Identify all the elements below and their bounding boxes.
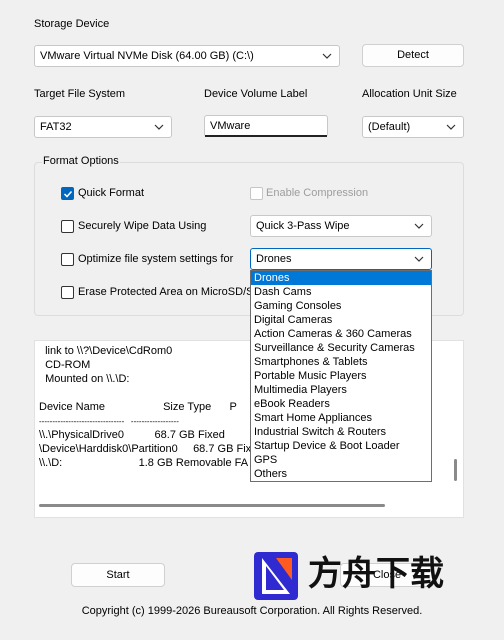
optimize-device-value: Drones (256, 253, 292, 265)
dropdown-item[interactable]: Smart Home Appliances (251, 411, 431, 425)
optimize-label: Optimize file system settings for (78, 253, 234, 265)
log-horizontal-scrollbar[interactable] (39, 504, 385, 507)
optimize-device-select[interactable]: Drones (250, 248, 432, 270)
detect-button[interactable]: Detect (362, 44, 464, 67)
log-line: link to \\?\Device\CdRom0 (39, 345, 173, 357)
dropdown-item[interactable]: Action Cameras & 360 Cameras (251, 327, 431, 341)
chevron-down-icon (414, 223, 424, 229)
log-line: \\.\D: 1.8 GB Removable FA (39, 457, 249, 469)
file-system-value: FAT32 (40, 121, 72, 133)
quick-format-label: Quick Format (78, 187, 145, 199)
format-options-title: Format Options (42, 155, 120, 167)
file-system-label: Target File System (34, 88, 126, 100)
log-line: \\.\PhysicalDrive0 68.7 GB Fixed (39, 429, 225, 441)
allocation-unit-label: Allocation Unit Size (362, 88, 457, 100)
compression-checkbox[interactable] (250, 187, 263, 200)
chevron-down-icon (446, 124, 456, 130)
dropdown-item[interactable]: Industrial Switch & Routers (251, 425, 431, 439)
secure-wipe-label: Securely Wipe Data Using (78, 220, 207, 232)
chevron-down-icon (154, 124, 164, 130)
copyright-footer: Copyright (c) 1999-2026 Bureausoft Corpo… (81, 605, 423, 617)
dropdown-item[interactable]: Surveillance & Security Cameras (251, 341, 431, 355)
allocation-unit-value: (Default) (368, 121, 411, 133)
compression-label: Enable Compression (266, 187, 369, 199)
dropdown-item[interactable]: Smartphones & Tablets (251, 355, 431, 369)
start-button[interactable]: Start (71, 563, 165, 587)
dropdown-item[interactable]: Gaming Consoles (251, 299, 431, 313)
log-line: Mounted on \\.\D: (39, 373, 130, 385)
chevron-down-icon (414, 256, 424, 262)
log-vertical-scrollbar[interactable] (454, 459, 457, 481)
input-underline (205, 135, 327, 137)
dropdown-item[interactable]: Drones (251, 271, 431, 285)
log-line: CD-ROM (39, 359, 91, 371)
dropdown-item[interactable]: GPS (251, 453, 431, 467)
erase-protected-checkbox[interactable] (61, 286, 74, 299)
device-type-dropdown-list[interactable]: Drones Dash Cams Gaming Consoles Digital… (250, 270, 432, 482)
allocation-unit-select[interactable]: (Default) (362, 116, 464, 138)
dropdown-item[interactable]: eBook Readers (251, 397, 431, 411)
log-line: -------------------------------- -------… (39, 417, 179, 426)
log-line: \Device\Harddisk0\Partition0 68.7 GB Fix… (39, 443, 264, 455)
file-system-select[interactable]: FAT32 (34, 116, 172, 138)
chevron-down-icon (322, 53, 332, 59)
volume-label-value: VMware (210, 120, 251, 132)
dropdown-item[interactable]: Dash Cams (251, 285, 431, 299)
dropdown-item[interactable]: Multimedia Players (251, 383, 431, 397)
optimize-checkbox[interactable] (61, 253, 74, 266)
dropdown-item[interactable]: Others (251, 467, 431, 481)
volume-label-input[interactable]: VMware (204, 115, 328, 137)
logo-mark-icon (254, 552, 298, 600)
wipe-method-select[interactable]: Quick 3-Pass Wipe (250, 215, 432, 237)
storage-device-label: Storage Device (34, 18, 110, 30)
log-line: Device Name Size Type P (39, 401, 237, 413)
dropdown-item[interactable]: Digital Cameras (251, 313, 431, 327)
dropdown-item[interactable]: Startup Device & Boot Loader (251, 439, 431, 453)
check-icon (63, 190, 73, 198)
secure-wipe-checkbox[interactable] (61, 220, 74, 233)
erase-protected-label: Erase Protected Area on MicroSD/SD (78, 286, 262, 298)
wipe-method-value: Quick 3-Pass Wipe (256, 220, 350, 232)
watermark-text: 方舟下载 (308, 554, 444, 594)
quick-format-checkbox[interactable] (61, 187, 74, 200)
storage-device-value: VMware Virtual NVMe Disk (64.00 GB) (C:\… (40, 50, 254, 62)
watermark-logo: 方舟下载 (252, 548, 462, 604)
storage-device-select[interactable]: VMware Virtual NVMe Disk (64.00 GB) (C:\… (34, 45, 340, 67)
dropdown-item[interactable]: Portable Music Players (251, 369, 431, 383)
volume-label-label: Device Volume Label (204, 88, 308, 100)
